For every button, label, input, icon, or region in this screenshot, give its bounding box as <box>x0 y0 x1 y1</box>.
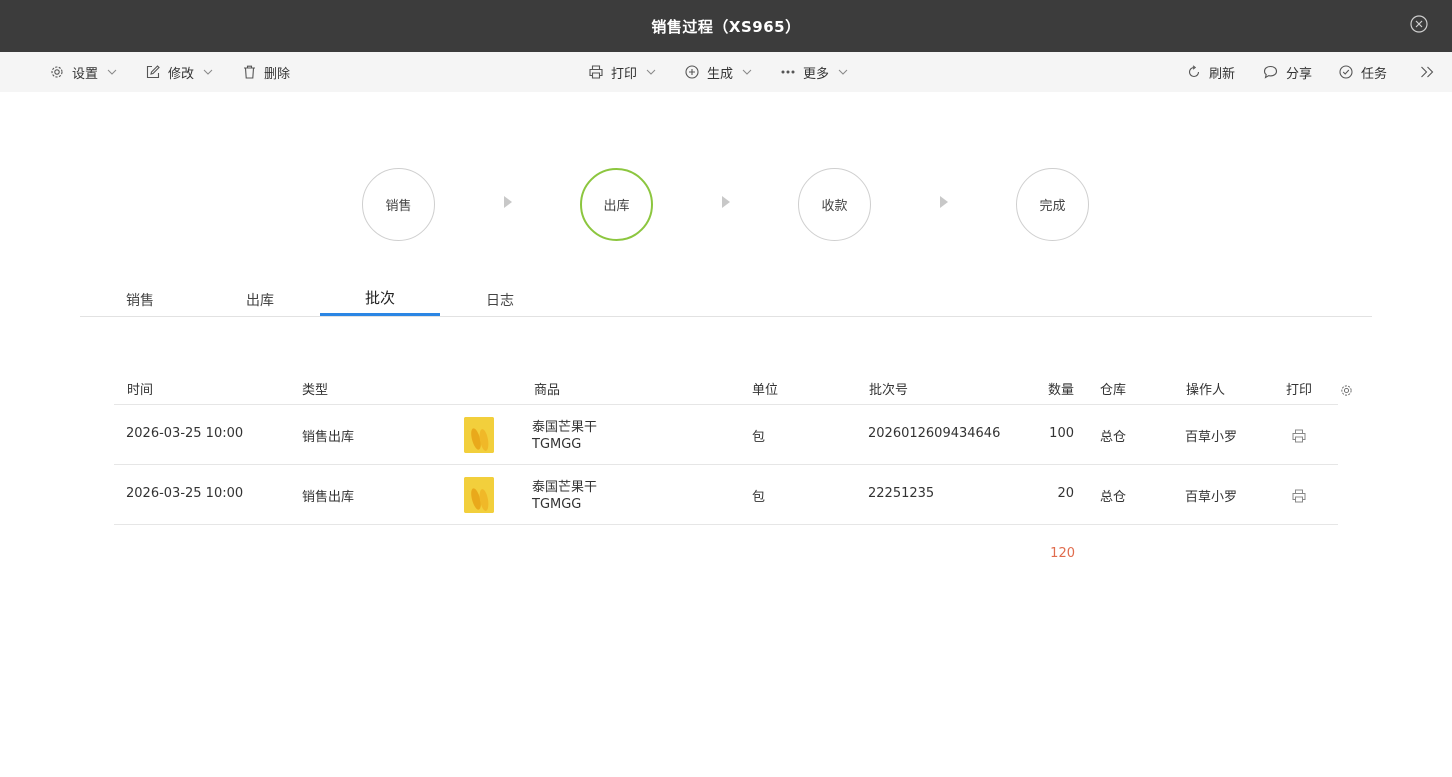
column-header-product: 商品 <box>534 383 561 398</box>
row-warehouse: 总仓 <box>1100 490 1127 505</box>
flow-arrow <box>504 196 512 208</box>
row-qty: 100 <box>1049 426 1074 441</box>
edit-label: 修改 <box>168 66 195 82</box>
chevron-down-icon <box>742 69 752 75</box>
row-type: 销售出库 <box>302 490 355 505</box>
print-label: 打印 <box>611 66 638 82</box>
row-qty: 20 <box>1057 486 1074 501</box>
flow-arrow <box>722 196 730 208</box>
delete-button[interactable]: 删除 <box>243 52 290 92</box>
row-time: 2026-03-25 10:00 <box>126 486 244 501</box>
product-thumbnail <box>464 417 494 453</box>
tab-log[interactable]: 日志 <box>440 282 560 317</box>
edit-button[interactable]: 修改 <box>146 52 213 92</box>
share-label: 分享 <box>1286 66 1313 82</box>
row-product-name: 泰国芒果干 <box>532 420 598 435</box>
row-type: 销售出库 <box>302 430 355 445</box>
table-row[interactable] <box>114 465 1338 525</box>
row-batch: 2026012609434646 <box>868 426 1001 441</box>
column-header-print: 打印 <box>1286 383 1313 398</box>
task-button[interactable]: 任务 <box>1339 52 1387 92</box>
more-dots-icon <box>781 70 795 74</box>
refresh-button[interactable]: 刷新 <box>1187 52 1235 92</box>
column-header-type: 类型 <box>302 383 329 398</box>
generate-label: 生成 <box>707 66 734 82</box>
tab-bar: 销售 出库 批次 日志 <box>80 282 1372 317</box>
flow-arrow <box>940 196 948 208</box>
column-header-unit: 单位 <box>752 383 779 398</box>
row-product-name: 泰国芒果干 <box>532 480 598 495</box>
flow-step-sales[interactable]: 销售 <box>362 168 435 241</box>
title-bar: 销售过程（XS965） <box>0 0 1452 52</box>
row-operator: 百草小罗 <box>1185 490 1238 505</box>
flow-step-complete[interactable]: 完成 <box>1016 168 1089 241</box>
refresh-icon <box>1188 65 1200 78</box>
flow-step-label: 收款 <box>821 199 848 214</box>
row-unit: 包 <box>752 430 766 445</box>
toolbar: 设置 修改 删除 打印 生成 更多 刷新 分享 任务 <box>0 52 1452 92</box>
table-row[interactable] <box>114 405 1338 465</box>
gear-icon <box>51 66 63 78</box>
print-row-icon[interactable] <box>1292 429 1306 443</box>
settings-label: 设置 <box>72 66 99 82</box>
task-label: 任务 <box>1361 66 1388 82</box>
flow-step-label: 销售 <box>385 199 412 214</box>
row-unit: 包 <box>752 490 766 505</box>
more-button[interactable]: 更多 <box>781 52 848 92</box>
close-icon[interactable] <box>1410 15 1428 33</box>
tab-batch[interactable]: 批次 <box>320 282 440 316</box>
row-product-code: TGMGG <box>532 437 582 452</box>
column-header-qty: 数量 <box>1048 383 1075 398</box>
print-row-icon[interactable] <box>1292 489 1306 503</box>
plus-circle-icon <box>685 65 699 79</box>
flow-step-payment[interactable]: 收款 <box>798 168 871 241</box>
double-chevron-right-icon <box>1421 66 1434 78</box>
printer-icon <box>589 65 603 79</box>
comment-icon <box>1263 65 1278 79</box>
delete-label: 删除 <box>264 66 291 82</box>
row-product-code: TGMGG <box>532 497 582 512</box>
tab-outbound[interactable]: 出库 <box>200 282 320 317</box>
column-header-time: 时间 <box>127 383 154 398</box>
chevron-down-icon <box>838 69 848 75</box>
chevron-down-icon <box>203 69 213 75</box>
flow-step-outbound[interactable]: 出库 <box>580 168 653 241</box>
column-header-warehouse: 仓库 <box>1100 383 1127 398</box>
row-warehouse: 总仓 <box>1100 430 1127 445</box>
row-time: 2026-03-25 10:00 <box>126 426 244 441</box>
share-button[interactable]: 分享 <box>1263 52 1312 92</box>
check-circle-icon <box>1339 65 1353 79</box>
generate-button[interactable]: 生成 <box>685 52 752 92</box>
column-header-operator: 操作人 <box>1186 383 1226 398</box>
trash-icon <box>244 65 255 79</box>
chevron-down-icon <box>107 69 117 75</box>
row-operator: 百草小罗 <box>1185 430 1238 445</box>
window-title: 销售过程（XS965） <box>651 17 801 36</box>
more-label: 更多 <box>803 66 830 82</box>
total-quantity: 120 <box>1050 546 1075 561</box>
expand-panel-button[interactable] <box>1420 52 1434 92</box>
row-batch: 22251235 <box>868 486 935 501</box>
column-settings-gear-icon[interactable] <box>1340 384 1353 397</box>
edit-icon <box>146 65 160 79</box>
chevron-down-icon <box>646 69 656 75</box>
settings-button[interactable]: 设置 <box>50 52 117 92</box>
column-header-batch: 批次号 <box>869 383 909 398</box>
flow-step-label: 完成 <box>1039 199 1066 214</box>
print-menu-button[interactable]: 打印 <box>589 52 656 92</box>
product-thumbnail <box>464 477 494 513</box>
tab-sales[interactable]: 销售 <box>80 282 200 317</box>
flow-step-label: 出库 <box>603 199 630 214</box>
refresh-label: 刷新 <box>1209 66 1236 82</box>
